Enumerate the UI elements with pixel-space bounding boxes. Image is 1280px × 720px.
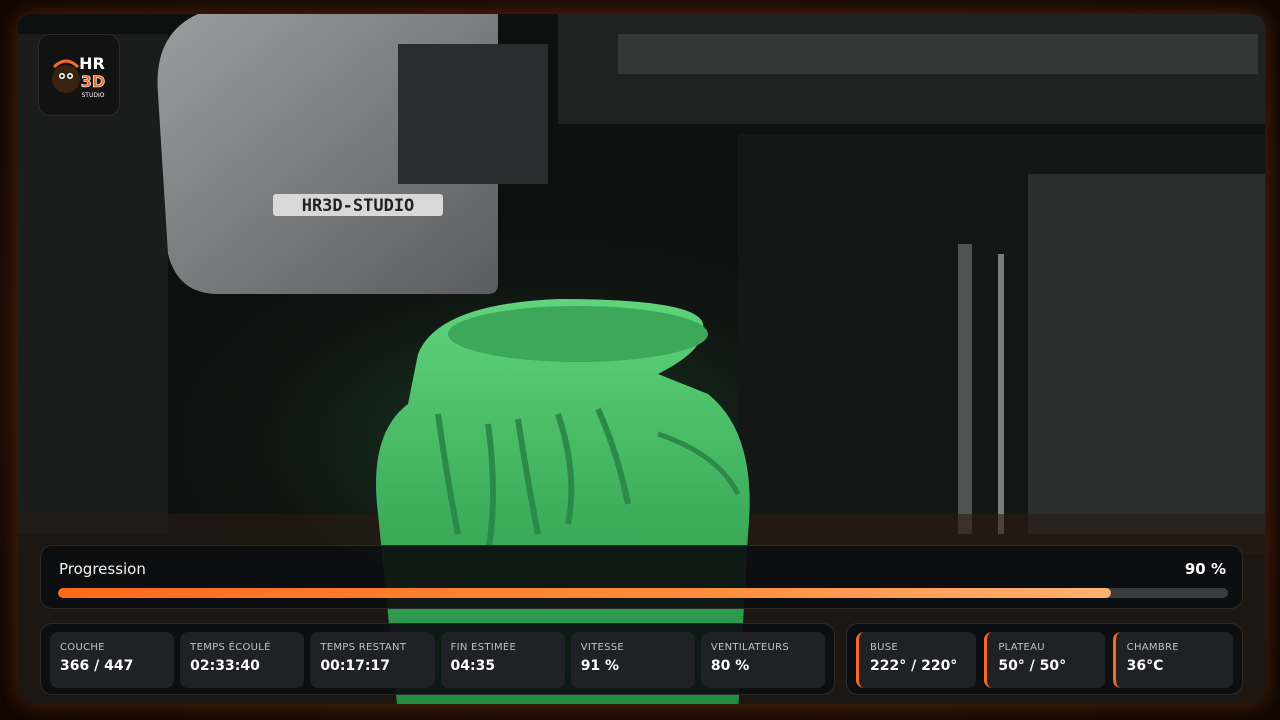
- stat-label: COUCHE: [60, 642, 105, 653]
- temp-label: CHAMBRE: [1126, 642, 1179, 653]
- stat-label: VENTILATEURS: [710, 642, 790, 653]
- stat-value: 02:33:40: [190, 658, 260, 674]
- stat-label: TEMPS ÉCOULÉ: [190, 642, 271, 653]
- studio-logo: HR 3D STUDIO: [38, 34, 120, 116]
- stat-speed: VITESSE 91 %: [570, 632, 695, 688]
- temp-nozzle: BUSE 222° / 220°: [856, 632, 977, 688]
- stat-estimated-end: FIN ESTIMÉE 04:35: [440, 632, 565, 688]
- stat-layer: COUCHE 366 / 447: [50, 632, 175, 688]
- stat-value: 80 %: [710, 658, 750, 674]
- logo-text-3d: 3D: [81, 72, 105, 91]
- temp-label: BUSE: [870, 642, 899, 653]
- stat-value: 04:35: [450, 658, 496, 674]
- progress-bar: [58, 588, 1228, 598]
- temp-value: 222° / 220°: [870, 658, 958, 674]
- stat-label: TEMPS RESTANT: [320, 642, 407, 653]
- temp-label: PLATEAU: [998, 642, 1045, 653]
- logo-text-studio: STUDIO: [82, 92, 105, 99]
- print-stats-panel: COUCHE 366 / 447 TEMPS ÉCOULÉ 02:33:40 T…: [40, 623, 835, 695]
- temp-value: 50° / 50°: [998, 658, 1067, 674]
- stat-label: FIN ESTIMÉE: [450, 642, 517, 653]
- stat-value: 00:17:17: [320, 658, 390, 674]
- progress-panel: Progression 90 %: [40, 545, 1243, 609]
- progress-bar-fill: [58, 588, 1111, 598]
- printer-label: HR3D-STUDIO: [302, 196, 415, 216]
- temperature-panel: BUSE 222° / 220° PLATEAU 50° / 50° CHAMB…: [846, 623, 1243, 695]
- logo-text-hr: HR: [79, 54, 105, 73]
- temp-value: 36°C: [1126, 658, 1164, 674]
- progress-percent: 90 %: [1184, 560, 1226, 578]
- stat-value: 91 %: [580, 658, 620, 674]
- stat-remaining-time: TEMPS RESTANT 00:17:17: [310, 632, 435, 688]
- logo-icon: HR 3D STUDIO: [52, 54, 106, 99]
- progress-label: Progression: [59, 560, 146, 578]
- stat-elapsed-time: TEMPS ÉCOULÉ 02:33:40: [180, 632, 305, 688]
- stat-fans: VENTILATEURS 80 %: [700, 632, 826, 688]
- stat-value: 366 / 447: [60, 658, 134, 674]
- stat-label: VITESSE: [580, 642, 625, 653]
- temp-bed: PLATEAU 50° / 50°: [984, 632, 1105, 688]
- temp-chamber: CHAMBRE 36°C: [1112, 632, 1233, 688]
